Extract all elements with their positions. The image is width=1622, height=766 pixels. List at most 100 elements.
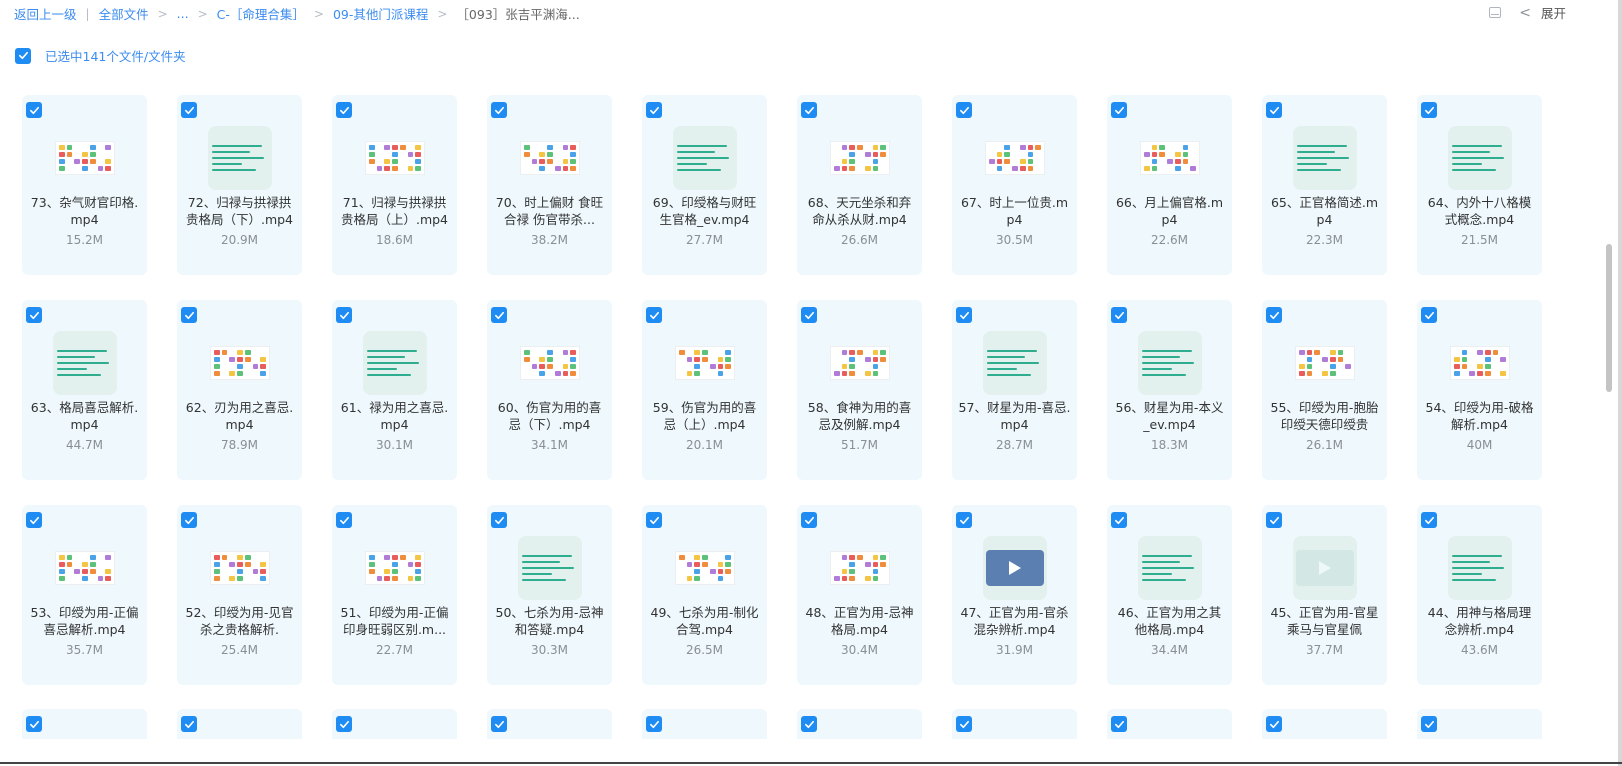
layout-toggle-icon[interactable] (1489, 7, 1502, 18)
file-card[interactable]: 61、禄为用之喜忌.mp4 30.1M (332, 300, 457, 480)
file-card-partial[interactable] (22, 709, 147, 739)
file-card[interactable]: 63、格局喜忌解析.mp4 44.7M (22, 300, 147, 480)
file-card[interactable]: 60、伤官为用的喜忌（下）.mp4 34.1M (487, 300, 612, 480)
file-checkbox[interactable] (491, 307, 507, 323)
file-card[interactable]: 70、时上偏财 食旺合禄 伤官带杀... 38.2M (487, 95, 612, 275)
check-icon (29, 720, 39, 728)
file-checkbox[interactable] (491, 102, 507, 118)
file-card[interactable]: 55、印绶为用-胞胎印绶天德印绶贵 26.1M (1262, 300, 1387, 480)
file-checkbox[interactable] (1111, 102, 1127, 118)
file-card[interactable]: 64、内外十八格模式概念.mp4 21.5M (1417, 95, 1542, 275)
file-card[interactable]: 67、时上一位贵.mp4 30.5M (952, 95, 1077, 275)
check-icon (1269, 106, 1279, 114)
file-card[interactable]: 68、天元坐杀和弃命从杀从财.mp4 26.6M (797, 95, 922, 275)
file-checkbox[interactable] (26, 102, 42, 118)
select-all-checkbox[interactable] (15, 47, 31, 64)
check-icon (649, 106, 659, 114)
file-card-partial[interactable] (487, 709, 612, 739)
file-card[interactable]: 66、月上偏官格.mp4 22.6M (1107, 95, 1232, 275)
file-checkbox[interactable] (956, 512, 972, 528)
file-checkbox[interactable] (26, 512, 42, 528)
file-card[interactable]: 50、七杀为用-忌神和答疑.mp4 30.3M (487, 505, 612, 685)
file-checkbox[interactable] (181, 307, 197, 323)
file-checkbox[interactable] (181, 716, 197, 732)
check-icon (494, 106, 504, 114)
file-checkbox[interactable] (1266, 716, 1282, 732)
file-card[interactable]: 51、印绶为用-正偏印身旺弱区别.m... 22.7M (332, 505, 457, 685)
file-card[interactable]: 69、印绶格与财旺生官格_ev.mp4 27.7M (642, 95, 767, 275)
file-card[interactable]: 52、印绶为用-见官杀之贵格解析. 25.4M (177, 505, 302, 685)
file-checkbox[interactable] (1266, 512, 1282, 528)
file-card[interactable]: 59、伤官为用的喜忌（上）.mp4 20.1M (642, 300, 767, 480)
file-card[interactable]: 56、财星为用-本义_ev.mp4 18.3M (1107, 300, 1232, 480)
file-checkbox[interactable] (801, 716, 817, 732)
file-checkbox[interactable] (491, 512, 507, 528)
file-checkbox[interactable] (1421, 512, 1437, 528)
file-checkbox[interactable] (801, 102, 817, 118)
file-card[interactable]: 45、正官为用-官星乘马与官星佩 37.7M (1262, 505, 1387, 685)
file-checkbox[interactable] (26, 716, 42, 732)
file-checkbox[interactable] (491, 716, 507, 732)
file-checkbox[interactable] (1421, 102, 1437, 118)
file-checkbox[interactable] (336, 512, 352, 528)
file-checkbox[interactable] (1111, 716, 1127, 732)
file-card[interactable]: 71、归禄与拱禄拱贵格局（上）.mp4 18.6M (332, 95, 457, 275)
file-card[interactable]: 72、归禄与拱禄拱贵格局（下）.mp4 20.9M (177, 95, 302, 275)
file-checkbox[interactable] (956, 102, 972, 118)
file-card[interactable]: 49、七杀为用-制化合驾.mp4 26.5M (642, 505, 767, 685)
file-checkbox[interactable] (646, 512, 662, 528)
file-checkbox[interactable] (646, 307, 662, 323)
file-card-partial[interactable] (1107, 709, 1232, 739)
file-size: 51.7M (840, 438, 879, 452)
file-checkbox[interactable] (801, 307, 817, 323)
file-card[interactable]: 54、印绶为用-破格解析.mp4 40M (1417, 300, 1542, 480)
file-checkbox[interactable] (336, 716, 352, 732)
file-card[interactable]: 44、用神与格局理念辨析.mp4 43.6M (1417, 505, 1542, 685)
file-card-partial[interactable] (1417, 709, 1542, 739)
file-checkbox[interactable] (26, 307, 42, 323)
file-checkbox[interactable] (181, 102, 197, 118)
file-checkbox[interactable] (801, 512, 817, 528)
file-card-partial[interactable] (177, 709, 302, 739)
file-card[interactable]: 62、刃为用之喜忌.mp4 78.9M (177, 300, 302, 480)
breadcrumb-ellipsis[interactable]: ... (177, 6, 189, 21)
file-checkbox[interactable] (1421, 716, 1437, 732)
file-card[interactable]: 73、杂气财官印格.mp4 15.2M (22, 95, 147, 275)
check-icon (649, 516, 659, 524)
file-checkbox[interactable] (336, 102, 352, 118)
file-checkbox[interactable] (1266, 102, 1282, 118)
file-checkbox[interactable] (646, 716, 662, 732)
file-checkbox[interactable] (956, 307, 972, 323)
file-checkbox[interactable] (956, 716, 972, 732)
file-card[interactable]: 57、财星为用-喜忌.mp4 28.7M (952, 300, 1077, 480)
file-card-partial[interactable] (952, 709, 1077, 739)
breadcrumb-all-files[interactable]: 全部文件 (99, 4, 149, 23)
file-size: 20.1M (685, 438, 724, 452)
spreadsheet-thumbnail (673, 536, 737, 600)
breadcrumb-folder-2[interactable]: 09-其他门派课程 (333, 4, 428, 23)
file-card[interactable]: 65、正官格简述.mp4 22.3M (1262, 95, 1387, 275)
file-card[interactable]: 53、印绶为用-正偏喜忌解析.mp4 35.7M (22, 505, 147, 685)
file-card-partial[interactable] (642, 709, 767, 739)
file-checkbox[interactable] (336, 307, 352, 323)
back-link[interactable]: 返回上一级 (14, 4, 77, 23)
spreadsheet-thumbnail (828, 126, 892, 190)
file-checkbox[interactable] (181, 512, 197, 528)
file-checkbox[interactable] (1111, 307, 1127, 323)
file-card[interactable]: 58、食神为用的喜忌及例解.mp4 51.7M (797, 300, 922, 480)
file-card[interactable]: 48、正官为用-忌神格局.mp4 30.4M (797, 505, 922, 685)
file-card-partial[interactable] (1262, 709, 1387, 739)
file-checkbox[interactable] (1111, 512, 1127, 528)
breadcrumb-folder-1[interactable]: C-［命理合集］ (217, 4, 305, 23)
file-checkbox[interactable] (646, 102, 662, 118)
file-checkbox[interactable] (1266, 307, 1282, 323)
file-name: 62、刃为用之喜忌.mp4 (185, 400, 294, 432)
expand-button[interactable]: < 展开 (1519, 3, 1566, 22)
check-icon (959, 311, 969, 319)
file-card-partial[interactable] (332, 709, 457, 739)
file-checkbox[interactable] (1421, 307, 1437, 323)
file-card[interactable]: 47、正官为用-官杀混杂辨析.mp4 31.9M (952, 505, 1077, 685)
file-card[interactable]: 46、正官为用之其他格局.mp4 34.4M (1107, 505, 1232, 685)
file-card-partial[interactable] (797, 709, 922, 739)
scrollbar-thumb[interactable] (1606, 244, 1612, 392)
